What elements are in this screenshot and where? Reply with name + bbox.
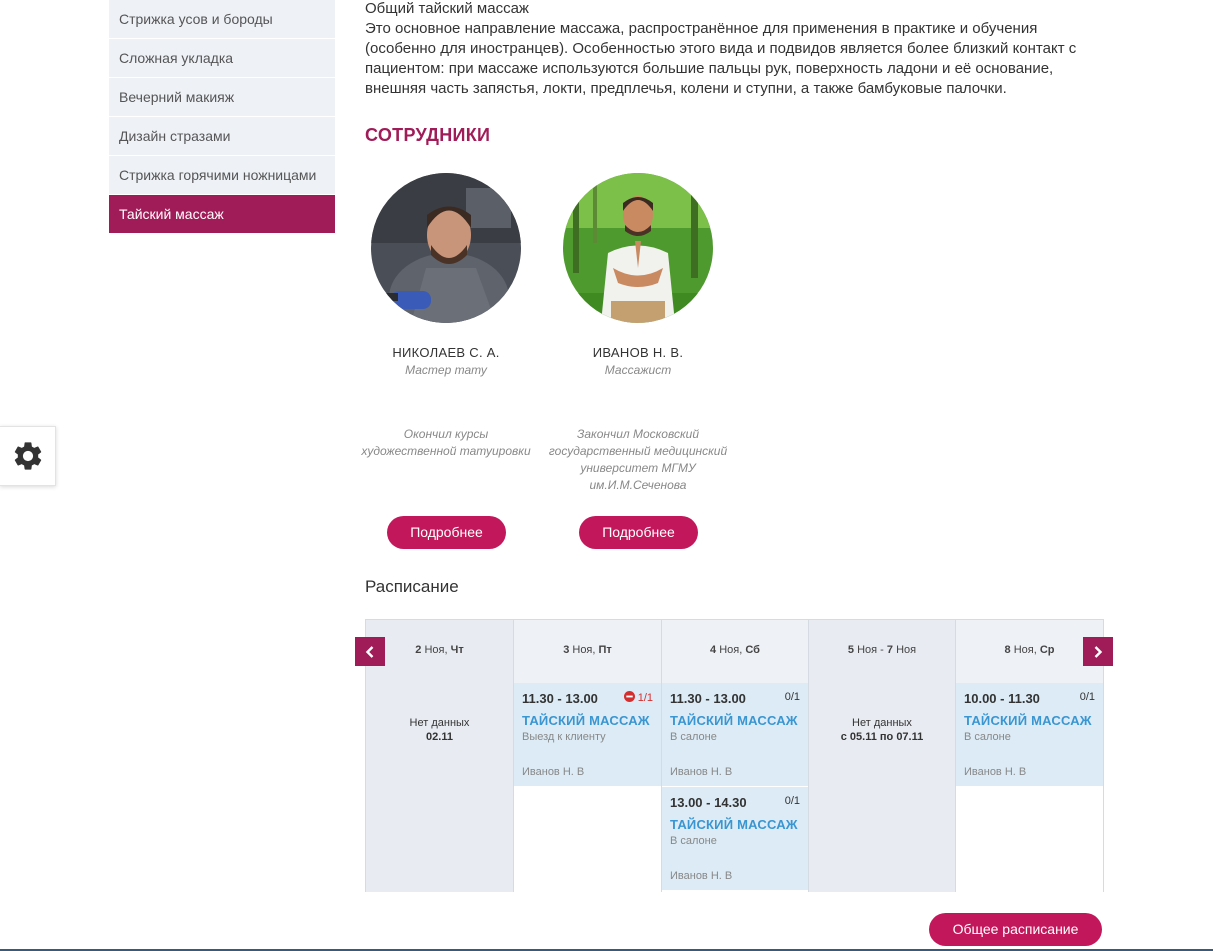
no-data-label: Нет данных с 05.11 по 07.11 <box>840 717 924 743</box>
slot-capacity: 0/1 <box>1079 691 1095 703</box>
gear-icon <box>14 442 41 470</box>
schedule-day-column: 2 Ноя, Чт Нет данных 02.11 <box>366 620 513 892</box>
service-description: Это основное направление массажа, распро… <box>365 20 1077 97</box>
schedule-slot[interactable]: 10.00 - 11.30 0/1 ТАЙСКИЙ МАССАЖ В салон… <box>956 683 1103 786</box>
day-header: 3 Ноя, Пт <box>514 620 661 683</box>
sidebar-menu: Стрижка усов и бороды Сложная укладка Ве… <box>109 0 335 234</box>
chevron-right-icon <box>1094 645 1103 658</box>
sidebar-item-evening-makeup[interactable]: Вечерний макияж <box>109 78 335 117</box>
slot-time: 10.00 - 11.30 <box>964 691 1040 706</box>
staff-role: Массажист <box>604 363 672 377</box>
chevron-left-icon <box>365 645 374 658</box>
settings-button[interactable] <box>0 426 56 486</box>
schedule-day-column: 3 Ноя, Пт 11.30 - 13.00 1/1 ТАЙСКИЙ МАСС… <box>513 620 661 892</box>
staff-photo-avatar <box>563 173 713 323</box>
schedule-slot[interactable]: 11.30 - 13.00 0/1 ТАЙСКИЙ МАССАЖ В салон… <box>662 683 808 786</box>
slot-time: 11.30 - 13.00 <box>670 691 746 706</box>
service-subtitle: Общий тайский массаж <box>365 0 529 17</box>
slot-location: В салоне <box>670 835 717 847</box>
schedule-slot[interactable]: 11.30 - 13.00 1/1 ТАЙСКИЙ МАССАЖ Выезд к… <box>514 683 661 786</box>
day-header: 4 Ноя, Сб <box>662 620 808 683</box>
staff-section-title: СОТРУДНИКИ <box>365 125 491 145</box>
sidebar-item-thai-massage[interactable]: Тайский массаж <box>109 195 335 234</box>
sidebar-item-hot-scissors[interactable]: Стрижка горячими ножницами <box>109 156 335 195</box>
slot-employee: Иванов Н. В <box>670 766 733 778</box>
schedule-day-column: 4 Ноя, Сб 11.30 - 13.00 0/1 ТАЙСКИЙ МАСС… <box>661 620 808 892</box>
schedule-day-column: 8 Ноя, Ср 10.00 - 11.30 0/1 ТАЙСКИЙ МАСС… <box>955 620 1103 892</box>
schedule-grid: 2 Ноя, Чт Нет данных 02.11 3 Ноя, Пт 11.… <box>365 619 1104 892</box>
staff-name: ИВАНОВ Н. В. <box>592 345 684 360</box>
sidebar-item-beard-trim[interactable]: Стрижка усов и бороды <box>109 0 335 39</box>
schedule-day-column: 5 Ноя - 7 Ноя Нет данных с 05.11 по 07.1… <box>808 620 955 892</box>
slot-service: ТАЙСКИЙ МАССАЖ <box>522 713 650 728</box>
day-header: 2 Ноя, Чт <box>415 644 464 656</box>
all-schedule-button[interactable]: Общее расписание <box>929 913 1102 946</box>
sidebar-item-rhinestone-design[interactable]: Дизайн стразами <box>109 117 335 156</box>
day-header: 5 Ноя - 7 Ноя <box>847 644 917 656</box>
staff-photo-avatar <box>371 173 521 323</box>
staff-name: НИКОЛАЕВ С. А. <box>392 345 500 360</box>
slot-employee: Иванов Н. В <box>670 870 733 882</box>
staff-details-button[interactable]: Подробнее <box>387 516 506 549</box>
slot-service: ТАЙСКИЙ МАССАЖ <box>670 817 798 832</box>
schedule-next-button[interactable] <box>1083 637 1113 666</box>
slot-location: В салоне <box>670 731 717 743</box>
schedule-slot[interactable]: 13.00 - 14.30 0/1 ТАЙСКИЙ МАССАЖ В салон… <box>662 787 808 890</box>
no-data-label: Нет данных 02.11 <box>409 717 470 743</box>
minus-circle-icon <box>623 691 635 702</box>
slot-capacity: 0/1 <box>784 691 800 703</box>
staff-education: Окончил курсы художественной татуировки <box>361 427 531 458</box>
slot-time: 13.00 - 14.30 <box>670 795 747 810</box>
slot-service: ТАЙСКИЙ МАССАЖ <box>964 713 1092 728</box>
day-header: 8 Ноя, Ср <box>956 620 1103 683</box>
staff-role: Мастер тату <box>405 363 487 377</box>
slot-capacity: 0/1 <box>784 795 800 807</box>
schedule-title: Расписание <box>365 577 459 596</box>
slot-location: В салоне <box>964 731 1011 743</box>
schedule-prev-button[interactable] <box>355 637 385 666</box>
staff-card: ИВАНОВ Н. В. Массажист Закончил Московск… <box>548 173 728 549</box>
staff-card: НИКОЛАЕВ С. А. Мастер тату Окончил курсы… <box>356 173 536 549</box>
slot-service: ТАЙСКИЙ МАССАЖ <box>670 713 798 728</box>
slot-capacity: 1/1 <box>623 691 653 704</box>
slot-employee: Иванов Н. В <box>522 766 585 778</box>
slot-employee: Иванов Н. В <box>964 766 1027 778</box>
sidebar-item-complex-styling[interactable]: Сложная укладка <box>109 39 335 78</box>
staff-education: Закончил Московский государственный меди… <box>548 427 728 492</box>
slot-location: Выезд к клиенту <box>522 731 606 743</box>
staff-details-button[interactable]: Подробнее <box>579 516 698 549</box>
